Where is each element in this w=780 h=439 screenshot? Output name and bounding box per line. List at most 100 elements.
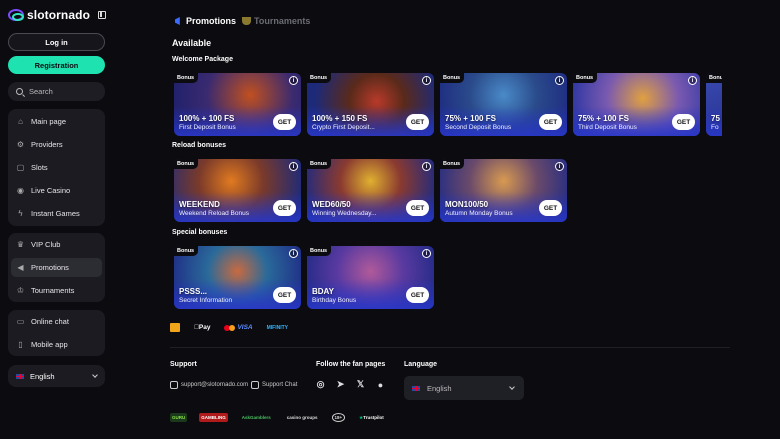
get-button[interactable]: GET — [539, 114, 562, 130]
sidebar-item-vip-club[interactable]: ♛ VIP Club — [11, 235, 102, 254]
payment-methods: Pay VISA MIFINITY — [170, 323, 288, 332]
footer-language-value: English — [427, 383, 452, 393]
bonus-card-weekend-reload[interactable]: Bonus i WEEKEND Weekend Reload Bonus GET — [174, 159, 301, 222]
get-button[interactable]: GET — [672, 114, 695, 130]
logo-text: slotornado — [27, 8, 90, 22]
info-icon[interactable]: i — [289, 162, 298, 171]
support-email-link[interactable]: support@slotornado.com — [170, 381, 248, 389]
sidebar: slotornado Log in Registration Search ⌂ … — [0, 0, 113, 439]
footer-divider — [170, 347, 730, 348]
card-carousel-overflow: Bonus 75 Fo — [706, 73, 722, 136]
mastercard-visa-logo: VISA — [224, 324, 253, 331]
sidebar-item-promotions[interactable]: ◀ Promotions — [11, 258, 102, 277]
get-button[interactable]: GET — [273, 114, 296, 130]
info-icon[interactable]: i — [555, 162, 564, 171]
bonus-card-secret-information[interactable]: Bonus i PSSS... Secret Information GET — [174, 246, 301, 309]
get-button[interactable]: GET — [273, 200, 296, 216]
sidebar-item-label: Online chat — [31, 317, 69, 326]
get-button[interactable]: GET — [406, 200, 429, 216]
sidebar-item-tournaments[interactable]: ♔ Tournaments — [11, 281, 102, 300]
bonus-title: 100% + 150 FS — [312, 114, 368, 123]
info-icon[interactable]: i — [688, 76, 697, 85]
language-label: English — [30, 371, 55, 381]
info-icon[interactable]: i — [555, 76, 564, 85]
bonus-subtitle: Birthday Bonus — [312, 297, 357, 304]
bonus-card-second-deposit[interactable]: Bonus i 75% + 100 FS Second Deposit Bonu… — [440, 73, 567, 136]
bonus-card-winning-wednesday[interactable]: Bonus i WED60/50 Winning Wednesday... GE… — [307, 159, 434, 222]
support-email: support@slotornado.com — [181, 382, 249, 388]
bonus-badge: Bonus — [440, 73, 465, 83]
lightning-icon: ϟ — [18, 209, 23, 218]
logo[interactable]: slotornado — [8, 7, 90, 23]
sidebar-item-slots[interactable]: ▢ Slots — [11, 158, 102, 177]
support-chat-link[interactable]: Support Chat — [251, 381, 297, 389]
sidebar-item-providers[interactable]: ⚙ Providers — [11, 135, 102, 154]
partner-logo-trustpilot[interactable]: ★ Trustpilot — [357, 413, 386, 422]
megaphone-icon — [175, 17, 180, 25]
home-icon: ⌂ — [18, 117, 23, 126]
info-icon[interactable]: i — [289, 249, 298, 258]
partner-logo-askgamblers[interactable]: AskGamblers — [240, 413, 273, 422]
whatsapp-icon[interactable]: ◎ — [316, 379, 325, 389]
mail-icon — [170, 381, 178, 389]
get-button[interactable]: GET — [539, 200, 562, 216]
search-input[interactable]: Search — [8, 82, 105, 101]
chevron-down-icon — [92, 372, 98, 378]
bonus-subtitle: Autumn Monday Bonus — [445, 210, 513, 217]
sidebar-item-instant-games[interactable]: ϟ Instant Games — [11, 204, 102, 223]
partner-logo-gambling[interactable]: GAMBLING — [199, 413, 228, 422]
sidebar-item-label: Providers — [31, 140, 63, 149]
bonus-card-fourth-deposit[interactable]: Bonus 75 Fo — [706, 73, 722, 136]
providers-icon: ⚙ — [16, 140, 25, 149]
footer-language-select[interactable]: English — [404, 376, 524, 400]
bonus-card-first-deposit[interactable]: Bonus i 100% + 100 FS First Deposit Bonu… — [174, 73, 301, 136]
support-chat-label: Support Chat — [262, 382, 298, 388]
x-icon[interactable]: 𝕏 — [356, 379, 365, 389]
get-button[interactable]: GET — [406, 114, 429, 130]
partner-logos: GURU GAMBLING AskGamblers casino groups … — [170, 413, 386, 422]
uk-flag-icon — [16, 373, 24, 379]
age-restriction-badge: 18+ — [331, 413, 346, 422]
sidebar-item-online-chat[interactable]: ▭ Online chat — [11, 312, 102, 331]
section-heading-available: Available — [172, 38, 212, 48]
trophy-icon: ♔ — [16, 286, 25, 295]
sidebar-item-live-casino[interactable]: ◉ Live Casino — [11, 181, 102, 200]
bonus-title: 75% + 100 FS — [578, 114, 629, 123]
mifinity-logo: MIFINITY — [261, 324, 288, 331]
bonus-card-third-deposit[interactable]: Bonus i 75% + 100 FS Third Deposit Bonus… — [573, 73, 700, 136]
nav-group-main: ⌂ Main page ⚙ Providers ▢ Slots ◉ Live C… — [8, 109, 105, 226]
reddit-icon[interactable]: ● — [376, 380, 385, 390]
telegram-icon[interactable]: ➤ — [336, 379, 345, 389]
chat-icon — [251, 381, 259, 389]
sidebar-item-main-page[interactable]: ⌂ Main page — [11, 112, 102, 131]
social-links: ◎ ➤ 𝕏 ● — [316, 379, 385, 390]
bonus-card-autumn-monday[interactable]: Bonus i MON100/50 Autumn Monday Bonus GE… — [440, 159, 567, 222]
info-icon[interactable]: i — [422, 162, 431, 171]
bonus-badge: Bonus — [174, 159, 199, 169]
bonus-card-birthday[interactable]: Bonus i BDAY Birthday Bonus GET — [307, 246, 434, 309]
visa-label: VISA — [232, 324, 252, 331]
sidebar-item-mobile-app[interactable]: ▯ Mobile app — [11, 335, 102, 354]
megaphone-icon: ◀ — [17, 263, 24, 272]
trophy-icon — [242, 17, 252, 25]
tab-promotions[interactable]: Promotions — [175, 16, 236, 26]
get-button[interactable]: GET — [273, 287, 296, 303]
bonus-card-crypto-first-deposit[interactable]: Bonus i 100% + 150 FS Crypto First Depos… — [307, 73, 434, 136]
partner-logo-guru[interactable]: GURU — [170, 413, 188, 422]
registration-button[interactable]: Registration — [8, 56, 105, 74]
tab-tournaments[interactable]: Tournaments — [242, 16, 310, 26]
sidebar-collapse-icon[interactable] — [98, 11, 106, 19]
special-bonuses-title: Special bonuses — [172, 229, 228, 236]
bonus-badge: Bonus — [174, 73, 199, 83]
get-button[interactable]: GET — [406, 287, 429, 303]
bonus-subtitle: Secret Information — [179, 297, 233, 304]
info-icon[interactable]: i — [422, 76, 431, 85]
login-button[interactable]: Log in — [8, 33, 105, 51]
welcome-package-title: Welcome Package — [172, 56, 233, 63]
partner-logo-casino-groups[interactable]: casino groups — [285, 413, 320, 422]
language-select[interactable]: English — [8, 365, 105, 387]
info-icon[interactable]: i — [422, 249, 431, 258]
reload-bonuses-title: Reload bonuses — [172, 142, 227, 149]
slots-icon: ▢ — [16, 163, 25, 172]
info-icon[interactable]: i — [289, 76, 298, 85]
